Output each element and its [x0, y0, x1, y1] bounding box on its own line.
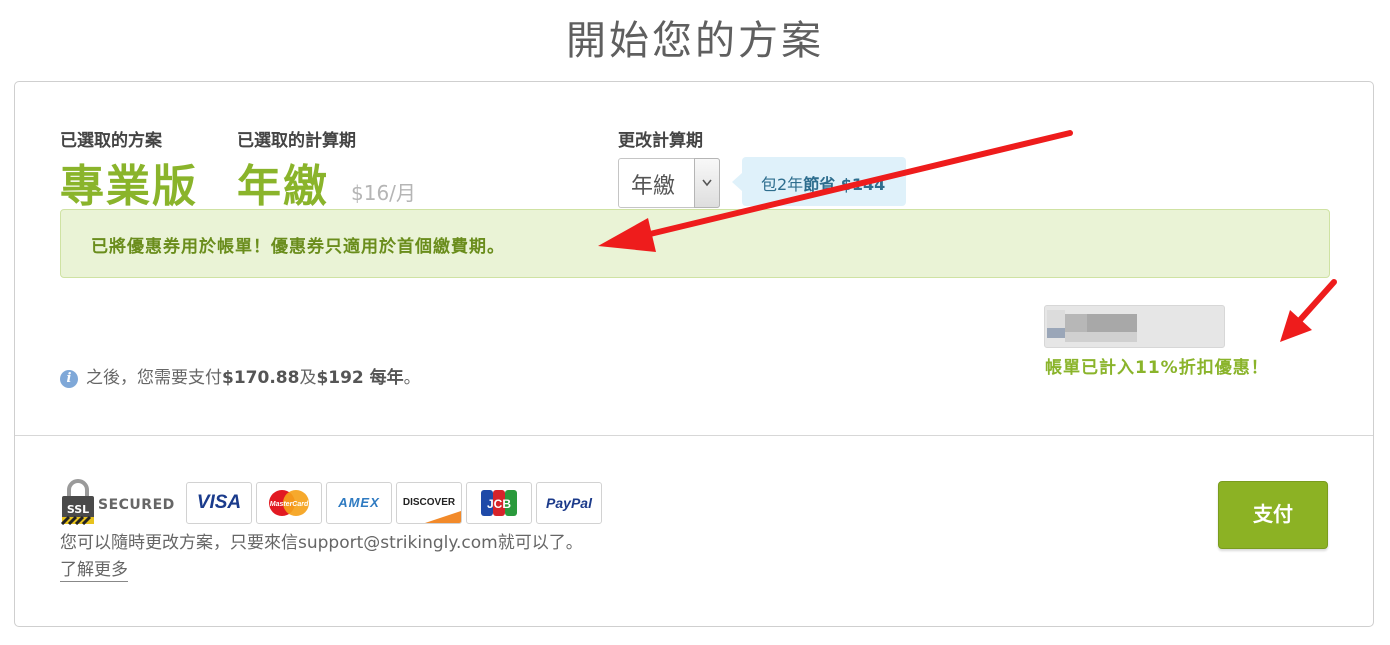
mastercard-logo: MasterCard: [256, 482, 322, 524]
coupon-notice-text: 已將優惠券用於帳單！優惠券只適用於首個繳費期。: [91, 237, 505, 257]
selected-plan-label: 已選取的方案: [60, 131, 162, 151]
selected-plan-value: 專業版: [60, 161, 198, 212]
section-divider: [15, 435, 1373, 436]
coupon-notice: 已將優惠券用於帳單！優惠券只適用於首個繳費期。: [60, 209, 1330, 278]
padlock-icon: SSL: [60, 479, 94, 526]
paypal-logo: PayPal: [536, 482, 602, 524]
amex-logo: AMEX: [326, 482, 392, 524]
svg-text:MasterCard: MasterCard: [270, 501, 309, 508]
savings-tooltip: 包2年節省 $144: [732, 157, 906, 206]
info-icon: i: [60, 370, 78, 388]
chevron-down-icon[interactable]: [694, 158, 720, 208]
svg-text:JCB: JCB: [487, 497, 511, 511]
renewal-prefix: 之後，您需要支付: [86, 368, 222, 388]
contact-text: 您可以隨時更改方案，只要來信support@strikingly.com就可以了…: [60, 533, 583, 553]
renewal-info: i 之後，您需要支付$170.88及$192 每年。: [60, 363, 421, 388]
savings-tip-amount: 節省 $144: [803, 175, 886, 194]
renewal-amount-1: $170.88: [222, 368, 300, 388]
redacted-coupon-field: [1044, 305, 1225, 348]
period-select[interactable]: 年繳: [618, 158, 720, 208]
renewal-middle: 及: [299, 368, 317, 388]
checkout-card: 已選取的方案 專業版 已選取的計算期 年繳 $16/月 更改計算期 年繳 包2年…: [14, 81, 1374, 627]
discount-text: 帳單已計入11%折扣優惠！: [1045, 358, 1269, 378]
page-title: 開始您的方案: [566, 18, 824, 64]
savings-tip-prefix: 包2年: [761, 175, 804, 194]
ssl-label: SSL: [67, 503, 89, 516]
jcb-logo: JCB: [466, 482, 532, 524]
discover-logo: DISCOVER: [396, 482, 462, 524]
ssl-badge: SSL SECURED: [60, 479, 175, 526]
monthly-price: $16/月: [351, 181, 416, 205]
renewal-amount-2: $192 每年: [316, 368, 404, 388]
renewal-suffix: 。: [403, 368, 421, 388]
paypal-text: PayPal: [546, 495, 592, 511]
selected-period-label: 已選取的計算期: [237, 131, 356, 151]
learn-more-link[interactable]: 了解更多: [60, 555, 128, 582]
selected-period-value: 年繳: [237, 161, 329, 212]
period-select-value: 年繳: [631, 174, 676, 199]
pay-button[interactable]: 支付: [1218, 481, 1328, 549]
change-period-label: 更改計算期: [618, 131, 703, 151]
secured-label: SECURED: [98, 497, 175, 513]
visa-logo: VISA: [186, 482, 252, 524]
